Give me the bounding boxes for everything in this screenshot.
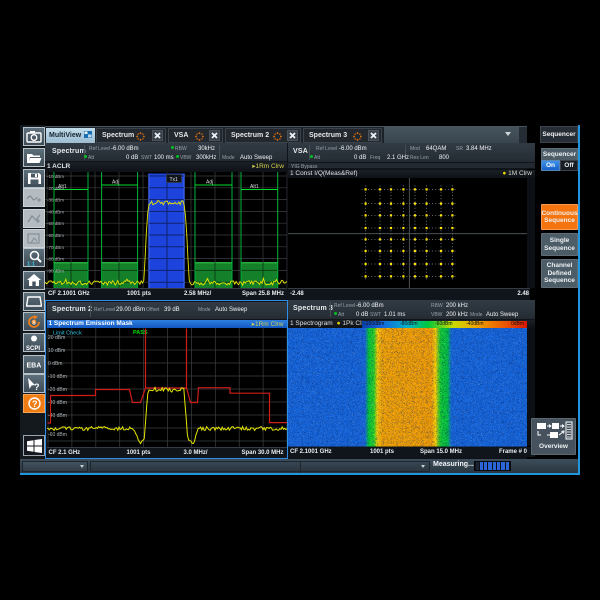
svg-text:-50 dBm: -50 dBm [47,221,64,226]
svg-text:-80 dBm: -80 dBm [47,257,64,262]
svg-text:Tx1: Tx1 [170,177,179,183]
svg-text:Adj: Adj [206,180,213,186]
svg-text:-20 dBm: -20 dBm [47,186,64,191]
svg-text:-10 dBm: -10 dBm [47,174,64,179]
svg-text:20 dBm: 20 dBm [48,335,65,341]
svg-text:-20 dBm: -20 dBm [48,387,67,393]
svg-text:-70 dBm: -70 dBm [47,245,64,250]
svg-text:-10 dBm: -10 dBm [48,374,67,380]
svg-text:-30 dBm: -30 dBm [47,198,64,203]
svg-text:Alt1: Alt1 [250,184,259,190]
svg-text:EBA: EBA [27,363,42,370]
svg-text:?: ? [34,382,40,391]
svg-text:0 dBm: 0 dBm [48,361,62,367]
svg-text:Adj: Adj [112,180,119,186]
svg-text:10 dBm: 10 dBm [48,348,65,354]
svg-text:-40 dBm: -40 dBm [47,209,64,214]
svg-text:1:1: 1:1 [27,261,35,266]
svg-text:-60 dBm: -60 dBm [47,233,64,238]
svg-text:-90 dBm: -90 dBm [47,268,64,273]
svg-text:-60 dBm: -60 dBm [48,432,67,438]
svg-text:?: ? [32,399,38,409]
svg-text:SCPI: SCPI [26,346,40,351]
